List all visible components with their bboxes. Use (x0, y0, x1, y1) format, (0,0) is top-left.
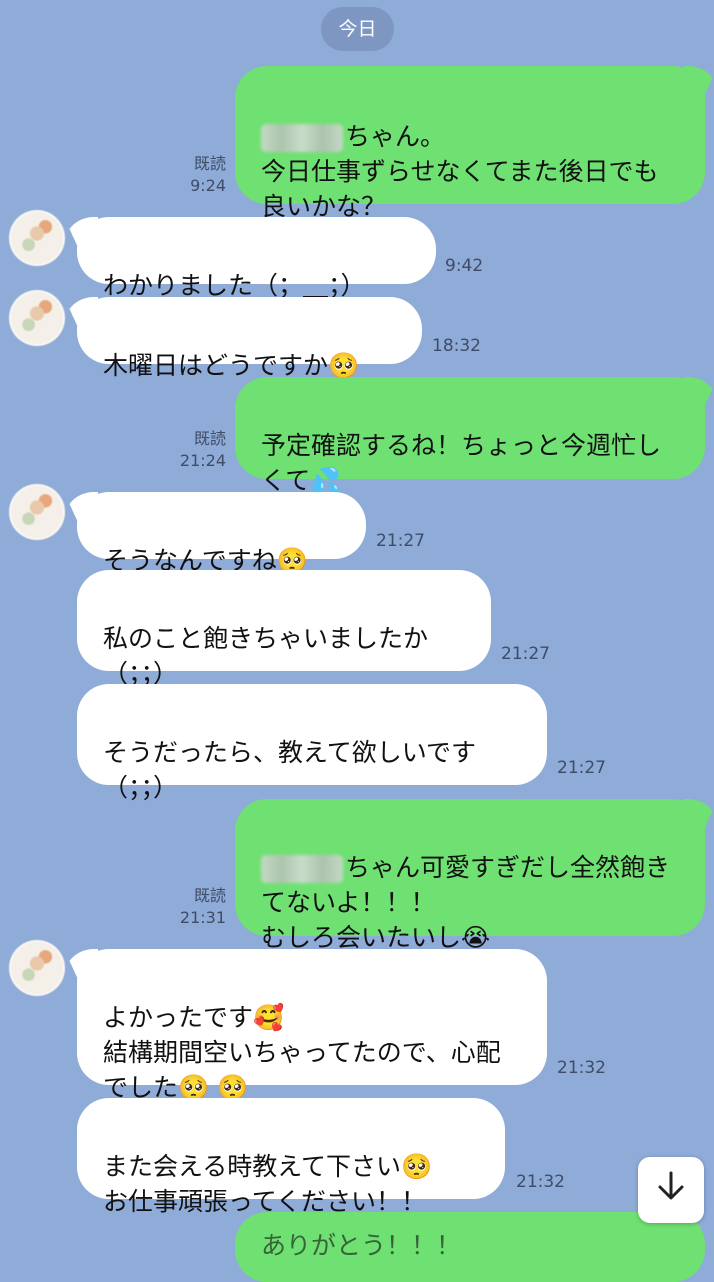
message-text: ありがとう！！！ (261, 1231, 462, 1260)
smiling-face-with-hearts-emoji: 🥰 (253, 1003, 285, 1032)
message-time: 9:42 (445, 256, 484, 276)
message-time: 9:24 (190, 176, 226, 195)
incoming-message[interactable]: 私のこと飽きちゃいましたか （；；） (77, 570, 491, 688)
outgoing-message-partial[interactable]: ありがとう！！！ (235, 1212, 705, 1282)
date-divider: 今日 (321, 7, 394, 51)
outgoing-message[interactable]: 予定確認するね！ちょっと今週忙しくて💦 (235, 377, 705, 495)
message-text: 結構期間空いちゃってたので、心配でした (103, 1038, 501, 1102)
read-receipt: 既読 9:24 (166, 153, 226, 197)
incoming-message[interactable]: よかったです🥰 結構期間空いちゃってたので、心配でした🥺 🥺 (77, 949, 547, 1102)
crying-face-emoji: 😭 (461, 923, 491, 952)
contact-avatar[interactable] (9, 940, 65, 996)
message-time: 21:32 (516, 1172, 565, 1192)
contact-avatar[interactable] (9, 210, 65, 266)
pleading-face-emoji: 🥺 (401, 1152, 433, 1181)
read-label: 既読 (193, 886, 226, 905)
incoming-message[interactable]: わかりました（；＿；） (77, 217, 436, 300)
contact-avatar[interactable] (9, 290, 65, 346)
message-time: 21:27 (376, 531, 425, 551)
incoming-message[interactable]: そうだったら、教えて欲しいです （；；） (77, 684, 547, 802)
incoming-message[interactable]: 木曜日はどうですか🥺 (77, 297, 422, 380)
message-text: 木曜日はどうですか (103, 351, 329, 380)
incoming-message[interactable]: また会える時教えて下さい🥺 お仕事頑張ってください！！ (77, 1098, 505, 1216)
outgoing-message[interactable]: ちゃん。 今日仕事ずらせなくてまた後日でも良いかな？ (235, 66, 705, 221)
blurred-name (261, 855, 343, 883)
message-time: 21:31 (179, 908, 226, 927)
message-text: 私のこと飽きちゃいましたか （；；） (103, 624, 429, 688)
message-text: また会える時教えて下さい (103, 1152, 402, 1181)
incoming-message[interactable]: そうなんですね🥺 (77, 492, 366, 575)
read-receipt: 既読 21:31 (166, 885, 226, 929)
contact-avatar[interactable] (9, 484, 65, 540)
read-label: 既読 (193, 429, 226, 448)
message-text: よかったです (103, 1003, 254, 1032)
blurred-name (261, 124, 343, 152)
outgoing-message[interactable]: ちゃん可愛すぎだし全然飽きてないよ！！！ むしろ会いたいし😭 (235, 799, 705, 952)
pleading-face-emoji: 🥺 (328, 351, 360, 380)
message-time: 21:32 (557, 1058, 606, 1078)
message-time: 21:24 (179, 451, 226, 470)
message-time: 18:32 (432, 336, 481, 356)
message-text: わかりました（；＿；） (103, 271, 366, 300)
sweat-droplets-emoji: 💦 (310, 466, 342, 495)
read-label: 既読 (193, 154, 226, 173)
arrow-down-icon (654, 1169, 688, 1212)
scroll-to-bottom-button[interactable] (638, 1157, 704, 1223)
message-time: 21:27 (501, 644, 550, 664)
message-time: 21:27 (557, 758, 606, 778)
message-text: そうだったら、教えて欲しいです （；；） (103, 738, 477, 802)
read-receipt: 既読 21:24 (166, 428, 226, 472)
